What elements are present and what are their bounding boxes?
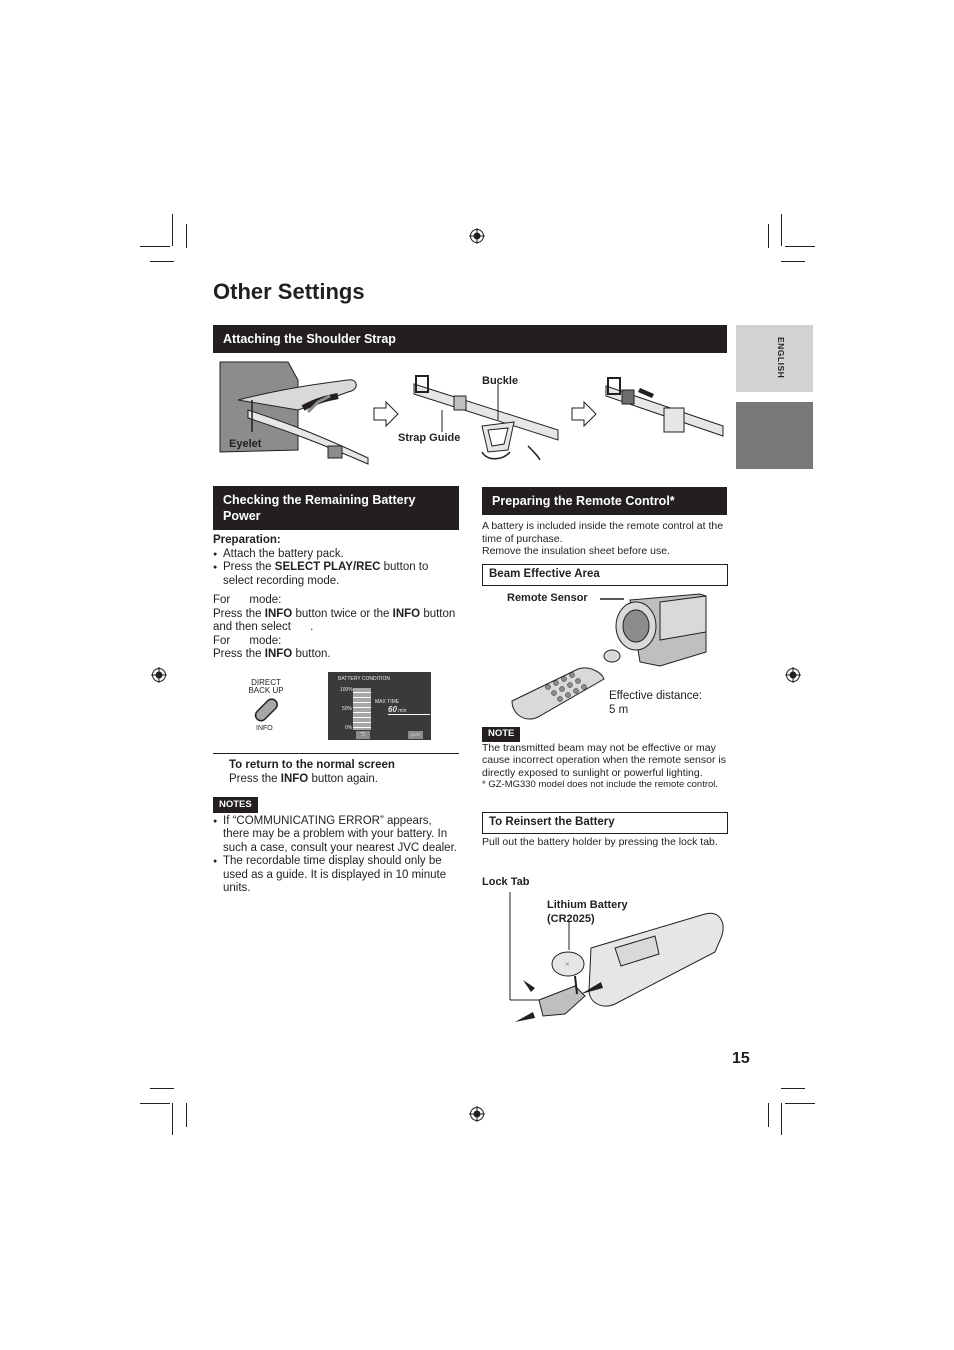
crop-mark bbox=[768, 1103, 769, 1127]
return-text-part: button again. bbox=[308, 772, 378, 785]
svg-text:×: × bbox=[565, 960, 570, 969]
section-heading-battery: Checking the Remaining Battery Power bbox=[213, 486, 459, 530]
scale-mid: 50% bbox=[342, 706, 353, 712]
quit-button[interactable]: QUIT bbox=[408, 731, 423, 739]
remote-sensor-label: Remote Sensor bbox=[507, 592, 588, 604]
max-time-number: 60 bbox=[388, 705, 397, 714]
section-heading-text: Attaching the Shoulder Strap bbox=[223, 332, 396, 346]
note-text: The transmitted beam may not be effectiv… bbox=[482, 741, 726, 779]
reinsert-battery-heading: To Reinsert the Battery bbox=[482, 812, 728, 834]
crop-mark bbox=[781, 1088, 805, 1089]
crop-mark bbox=[186, 1103, 187, 1127]
lock-tab-label: Lock Tab bbox=[482, 876, 530, 888]
label-buckle: Buckle bbox=[482, 375, 519, 387]
instr-bold: INFO bbox=[264, 607, 293, 620]
crop-mark bbox=[150, 1088, 174, 1089]
photo-mode-line: For mode: bbox=[213, 634, 282, 647]
crop-mark bbox=[150, 261, 174, 262]
crop-mark bbox=[781, 214, 782, 246]
max-time-value: 60 min bbox=[388, 705, 430, 715]
effective-distance: Effective distance: 5 m bbox=[609, 690, 702, 717]
crop-mark bbox=[781, 261, 805, 262]
preparation-block: Preparation: Attach the battery pack. Pr… bbox=[213, 534, 459, 662]
crop-mark bbox=[140, 246, 170, 247]
crop-mark bbox=[785, 1103, 815, 1104]
return-title: To return to the normal screen bbox=[229, 759, 395, 771]
crop-mark bbox=[172, 214, 173, 246]
crop-mark bbox=[768, 224, 769, 248]
intro-text: Remove the insulation sheet before use. bbox=[482, 545, 670, 557]
item-text: Press the bbox=[223, 561, 275, 573]
registration-mark-icon bbox=[469, 1106, 485, 1122]
instr-text: button. bbox=[292, 648, 331, 660]
battery-condition-screen: BATTERY CONDITION 100% 50% 0% MAX TIME 6… bbox=[328, 672, 431, 740]
preparation-item: Press the SELECT PLAY/REC button to sele… bbox=[213, 561, 459, 588]
item-text: Attach the battery pack. bbox=[223, 547, 344, 560]
battery-replacement-illustration: × bbox=[509, 892, 724, 1022]
crop-mark bbox=[785, 246, 815, 247]
video-mode-line: For mode: bbox=[213, 594, 282, 606]
remote-note-block: NOTE The transmitted beam may not be eff… bbox=[482, 727, 730, 792]
label-line: BACK UP bbox=[248, 686, 284, 695]
registration-mark-icon bbox=[469, 228, 485, 244]
section-heading-text: Checking the Remaining Battery Power bbox=[223, 493, 416, 523]
instr-text: Press the bbox=[213, 607, 265, 620]
return-text: Press the INFO button again. bbox=[229, 773, 459, 787]
page-number: 15 bbox=[732, 1050, 750, 1067]
notes-badge: NOTES bbox=[213, 797, 258, 813]
language-tab: ENGLISH bbox=[736, 325, 813, 392]
remote-intro: A battery is included inside the remote … bbox=[482, 520, 728, 558]
scale-top: 100% bbox=[340, 687, 353, 693]
registration-mark-icon bbox=[151, 667, 167, 683]
return-bold: INFO bbox=[280, 772, 309, 785]
note-item: The recordable time display should only … bbox=[213, 855, 459, 896]
camcorder-illustration bbox=[600, 593, 707, 667]
effective-distance-value: 5 m bbox=[609, 703, 629, 716]
max-time-unit: min bbox=[398, 708, 407, 714]
crop-mark bbox=[172, 1103, 173, 1135]
label-eyelet: Eyelet bbox=[229, 438, 262, 450]
direct-backup-label: DIRECT BACK UP bbox=[246, 679, 286, 695]
beam-area-heading: Beam Effective Area bbox=[482, 564, 728, 586]
shoulder-strap-illustration bbox=[219, 361, 724, 465]
scale-bottom: 0% bbox=[345, 725, 353, 731]
battery-level-bar bbox=[353, 688, 371, 730]
section-heading-shoulder-strap: Attaching the Shoulder Strap bbox=[213, 325, 727, 353]
info-button-icon bbox=[254, 698, 278, 722]
label-strap-guide: Strap Guide bbox=[398, 432, 461, 444]
divider bbox=[213, 753, 459, 754]
preparation-title: Preparation: bbox=[213, 534, 281, 546]
photo-mode-instructions: Press the INFO button. bbox=[213, 648, 459, 662]
reinsert-text: Pull out the battery holder by pressing … bbox=[482, 836, 718, 848]
return-normal-block: To return to the normal screen Press the… bbox=[229, 759, 459, 786]
crop-mark bbox=[781, 1103, 782, 1135]
note-badge: NOTE bbox=[482, 727, 521, 742]
registration-mark-icon bbox=[785, 667, 801, 683]
item-bold: SELECT PLAY/REC bbox=[274, 561, 381, 573]
crop-mark bbox=[186, 224, 187, 248]
preparation-item: Attach the battery pack. bbox=[213, 548, 459, 562]
page-title: Other Settings bbox=[213, 279, 365, 304]
remote-control-illustration bbox=[511, 667, 605, 720]
notes-block: NOTES If “COMMUNICATING ERROR” appears, … bbox=[213, 797, 459, 896]
footnote: * GZ-MG330 model does not include the re… bbox=[482, 779, 719, 790]
section-heading-remote: Preparing the Remote Control* bbox=[482, 487, 727, 515]
note-item: If “COMMUNICATING ERROR” appears, there … bbox=[213, 815, 459, 856]
screen-title: BATTERY CONDITION bbox=[338, 676, 390, 682]
instr-bold: INFO bbox=[392, 607, 421, 620]
effective-distance-label: Effective distance: bbox=[609, 690, 703, 702]
section-tab bbox=[736, 402, 813, 469]
intro-text: A battery is included inside the remote … bbox=[482, 520, 724, 545]
instr-text: button twice or the bbox=[292, 607, 393, 620]
section-heading-text: Preparing the Remote Control* bbox=[492, 494, 675, 508]
instr-bold: INFO bbox=[264, 648, 293, 660]
video-mode-instructions: Press the INFO button twice or the INFO … bbox=[213, 608, 459, 635]
language-tab-label: ENGLISH bbox=[776, 337, 786, 379]
return-text-part: Press the bbox=[229, 772, 281, 785]
return-icon[interactable]: ⮌ bbox=[356, 731, 370, 739]
info-label: INFO bbox=[256, 725, 273, 732]
crop-mark bbox=[140, 1103, 170, 1104]
instr-text: Press the bbox=[213, 648, 265, 660]
